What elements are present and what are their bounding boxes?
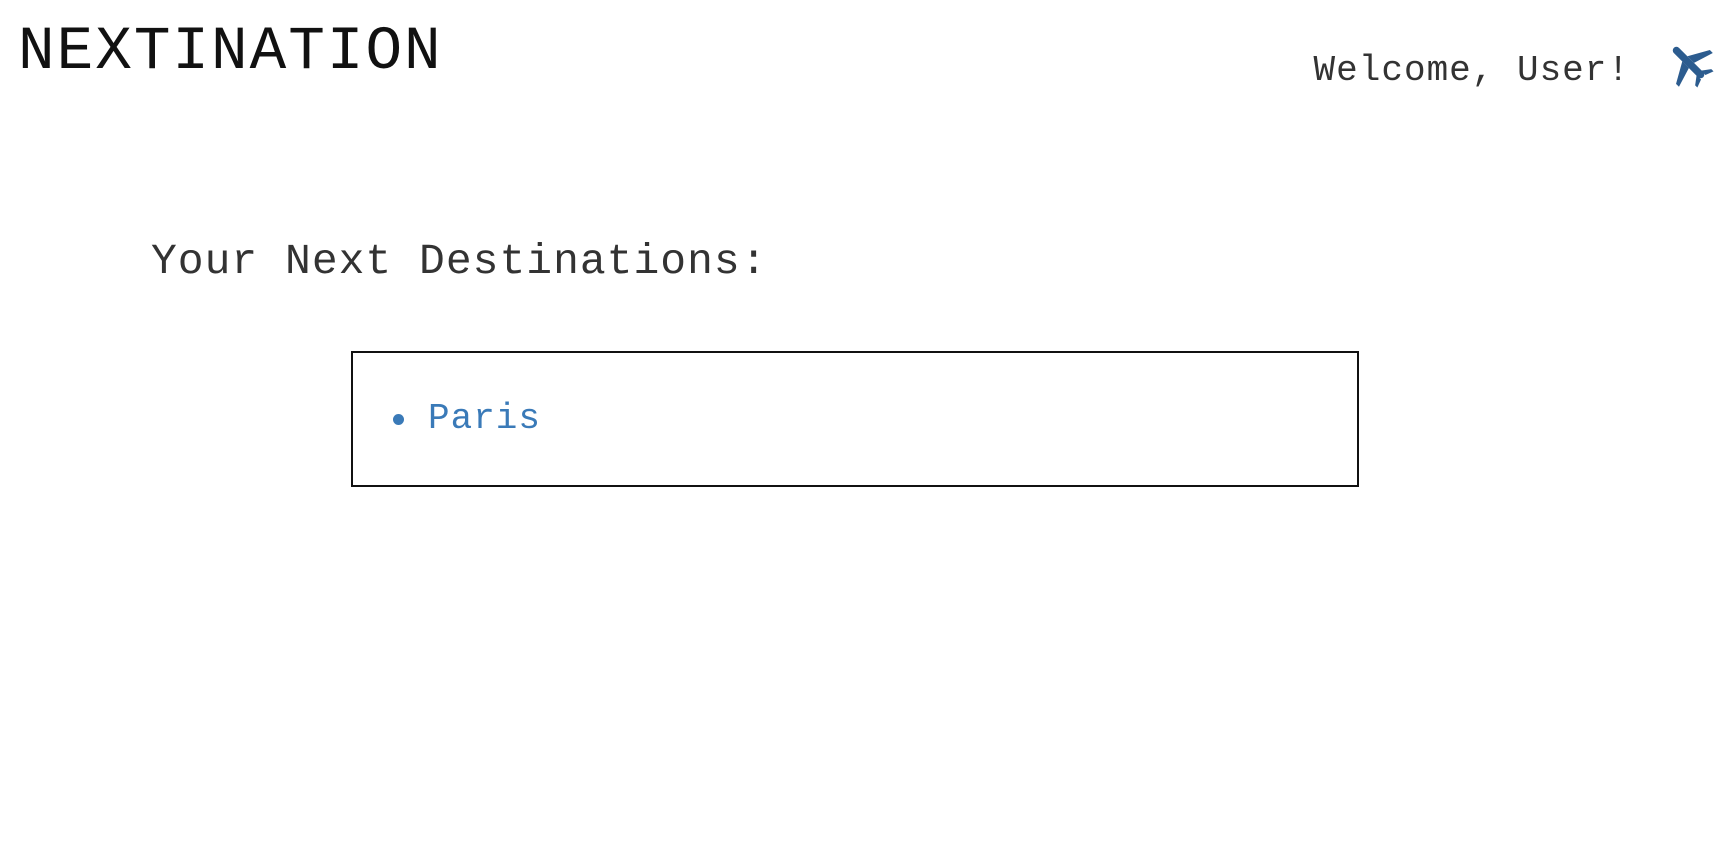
bullet-icon bbox=[393, 413, 404, 425]
welcome-message: Welcome, User! bbox=[1313, 50, 1630, 91]
plane-icon-graphic bbox=[1672, 46, 1714, 88]
plane-icon[interactable] bbox=[1664, 38, 1716, 90]
list-item[interactable]: Paris bbox=[393, 401, 541, 437]
destinations-panel: Paris bbox=[351, 351, 1359, 487]
page: NEXTINATION Welcome, User! Your Next Des… bbox=[0, 0, 1734, 860]
brand-logo[interactable]: NEXTINATION bbox=[18, 22, 443, 83]
user-area: Welcome, User! bbox=[1314, 38, 1716, 90]
destinations-list: Paris bbox=[393, 401, 541, 437]
destination-label[interactable]: Paris bbox=[428, 401, 541, 437]
section-title: Your Next Destinations: bbox=[151, 237, 768, 286]
